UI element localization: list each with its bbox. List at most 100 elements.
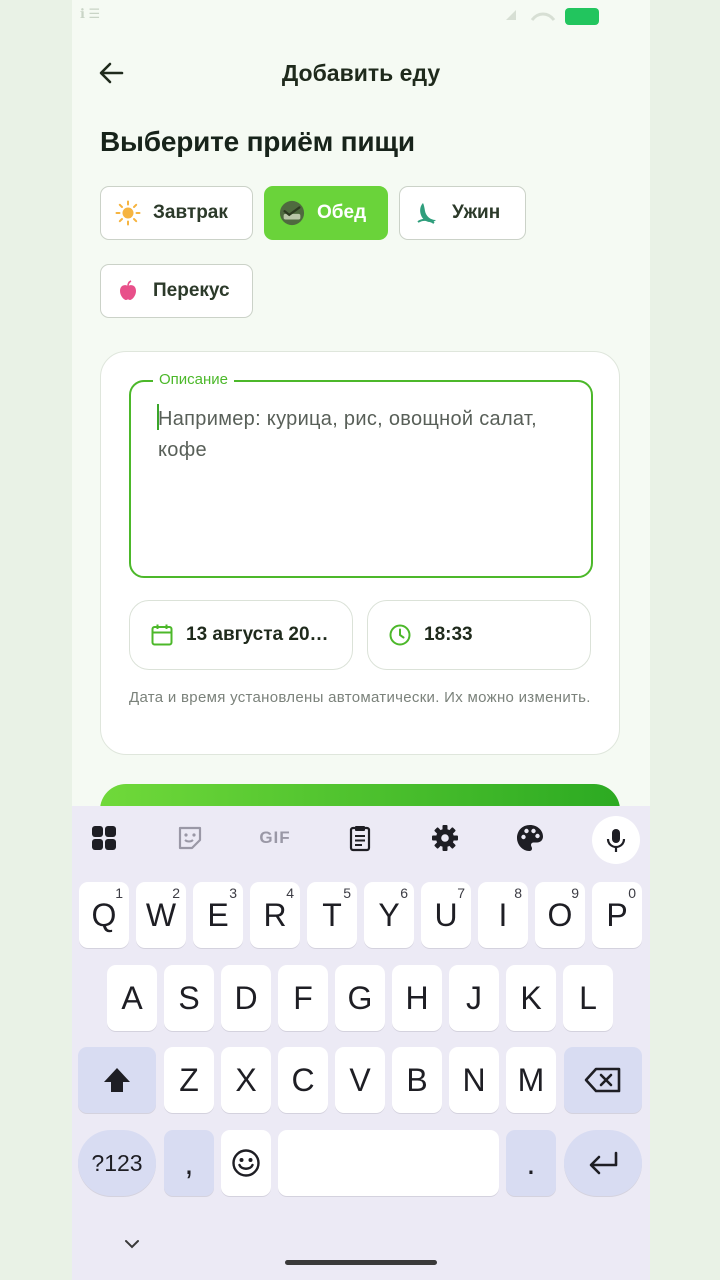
- enter-icon: [589, 1151, 618, 1175]
- key[interactable]: Y6: [364, 882, 414, 948]
- meal-chip-label: Завтрак: [153, 202, 228, 223]
- keyboard-toolbar: GIF: [72, 806, 650, 872]
- emoji-key[interactable]: [221, 1130, 271, 1196]
- key[interactable]: B: [392, 1047, 442, 1113]
- key[interactable]: O9: [535, 882, 585, 948]
- apps-icon[interactable]: [86, 820, 122, 856]
- gif-icon[interactable]: GIF: [254, 820, 296, 856]
- sun-icon: [115, 200, 141, 226]
- key-hint-number: 0: [628, 885, 636, 901]
- calendar-icon: [150, 623, 174, 647]
- chevron-down-icon[interactable]: [120, 1232, 144, 1256]
- key[interactable]: V: [335, 1047, 385, 1113]
- meal-section-title: Выберите приём пищи: [100, 126, 415, 157]
- on-screen-keyboard: G I F ?123 , . Q 1 W 2 E 3 R 4 T 5 Y 6 U 7…: [72, 806, 650, 1280]
- key[interactable]: I8: [478, 882, 528, 948]
- page-title: Добавить еду: [281, 60, 441, 86]
- key-letter: N: [462, 1061, 486, 1098]
- app-bar: Добавить еду: [72, 48, 650, 98]
- key-letter: Z: [179, 1061, 199, 1098]
- shift-key[interactable]: [78, 1047, 156, 1113]
- key-letter: S: [178, 979, 200, 1016]
- enter-key[interactable]: [564, 1130, 642, 1196]
- key[interactable]: T5: [307, 882, 357, 948]
- settings-icon[interactable]: [427, 820, 463, 856]
- app-screen: ℹ ☰ Добавить еду Выберите приём пищи Зав…: [72, 0, 650, 1280]
- space-key[interactable]: [278, 1130, 499, 1196]
- time-picker[interactable]: 18:33: [367, 600, 591, 670]
- key-letter: I: [498, 896, 508, 933]
- status-bar: ℹ ☰: [72, 0, 650, 32]
- moon-icon: [414, 200, 440, 226]
- sticker-icon[interactable]: [172, 820, 208, 856]
- key[interactable]: W2: [136, 882, 186, 948]
- key[interactable]: N: [449, 1047, 499, 1113]
- symbols-key[interactable]: ?123: [78, 1130, 156, 1196]
- key-letter: V: [349, 1061, 371, 1098]
- key[interactable]: D: [221, 965, 271, 1031]
- battery-icon: [565, 8, 599, 25]
- key-letter: T: [322, 896, 342, 933]
- key-letter: D: [234, 979, 258, 1016]
- meal-chip-breakfast[interactable]: Завтрак: [100, 186, 253, 240]
- meal-chip-label: Ужин: [452, 202, 501, 223]
- key-letter: G: [347, 979, 373, 1016]
- key-letter: A: [121, 979, 143, 1016]
- key[interactable]: H: [392, 965, 442, 1031]
- key[interactable]: G: [335, 965, 385, 1031]
- clipboard-icon[interactable]: [342, 820, 378, 856]
- meal-chip-lunch[interactable]: Обед: [264, 186, 388, 240]
- key[interactable]: F: [278, 965, 328, 1031]
- key[interactable]: R4: [250, 882, 300, 948]
- key[interactable]: J: [449, 965, 499, 1031]
- key-letter: R: [263, 896, 287, 933]
- key-hint-number: 2: [172, 885, 180, 901]
- meal-chip-dinner[interactable]: Ужин: [399, 186, 526, 240]
- key-letter: Y: [378, 896, 400, 933]
- key[interactable]: C: [278, 1047, 328, 1113]
- time-value: 18:33: [424, 624, 473, 645]
- key[interactable]: P0: [592, 882, 642, 948]
- key[interactable]: M: [506, 1047, 556, 1113]
- backspace-key[interactable]: [564, 1047, 642, 1113]
- key-letter: B: [406, 1061, 428, 1098]
- key-letter: E: [207, 896, 229, 933]
- emoji-icon: [232, 1149, 260, 1177]
- key-hint-number: 1: [115, 885, 123, 901]
- shift-icon: [104, 1068, 130, 1092]
- date-picker[interactable]: 13 августа 20…: [129, 600, 353, 670]
- key[interactable]: S: [164, 965, 214, 1031]
- period-key[interactable]: .: [506, 1130, 556, 1196]
- key-hint-number: 5: [343, 885, 351, 901]
- key[interactable]: Q1: [79, 882, 129, 948]
- key-letter: U: [434, 896, 458, 933]
- key[interactable]: K: [506, 965, 556, 1031]
- key[interactable]: Z: [164, 1047, 214, 1113]
- key[interactable]: L: [563, 965, 613, 1031]
- key-letter: F: [293, 979, 313, 1016]
- status-notification-icons: ℹ ☰: [80, 6, 101, 21]
- description-field[interactable]: Описание Например: курица, рис, овощной …: [129, 371, 593, 578]
- meal-chip-label: Перекус: [153, 280, 230, 301]
- description-placeholder: Например: курица, рис, овощной салат, ко…: [158, 408, 538, 461]
- key-hint-number: 4: [286, 885, 294, 901]
- key[interactable]: U7: [421, 882, 471, 948]
- signal-wifi-icon: [506, 10, 556, 21]
- meal-chip-snack[interactable]: Перекус: [100, 264, 253, 318]
- key-letter: L: [579, 979, 597, 1016]
- key[interactable]: X: [221, 1047, 271, 1113]
- home-indicator: [285, 1260, 437, 1265]
- key-letter: Q: [91, 896, 117, 933]
- palette-icon[interactable]: [512, 820, 548, 856]
- auto-date-hint: Дата и время установлены автоматически. …: [129, 689, 591, 706]
- mic-button[interactable]: [592, 816, 640, 864]
- key-letter: P: [606, 896, 628, 933]
- key[interactable]: E3: [193, 882, 243, 948]
- key[interactable]: A: [107, 965, 157, 1031]
- key-hint-number: 6: [400, 885, 408, 901]
- key-letter: J: [466, 979, 482, 1016]
- meal-chip-label: Обед: [317, 202, 367, 223]
- key-hint-number: 3: [229, 885, 237, 901]
- key-letter: K: [520, 979, 542, 1016]
- comma-key[interactable]: ,: [164, 1130, 214, 1196]
